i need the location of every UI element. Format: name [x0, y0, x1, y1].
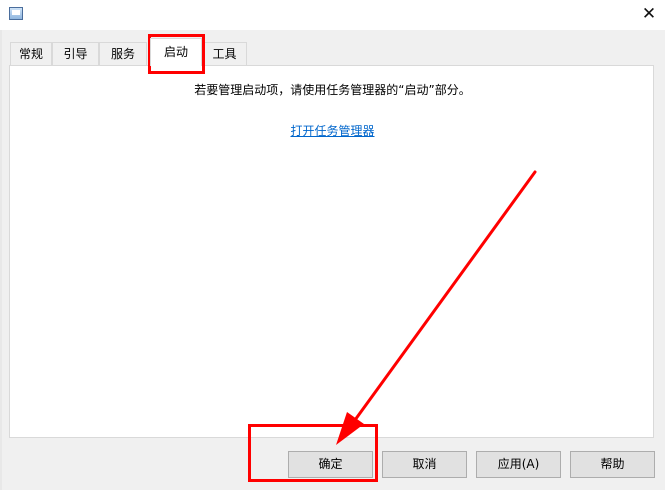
apply-button[interactable]: 应用(A)	[476, 451, 561, 478]
tab-strip: 常规 引导 服务 启动 工具	[0, 36, 665, 66]
tab-boot[interactable]: 引导	[52, 42, 99, 65]
startup-message: 若要管理启动项，请使用任务管理器的“启动”部分。	[194, 83, 471, 97]
window-border	[0, 30, 2, 490]
tab-tools[interactable]: 工具	[202, 42, 247, 65]
tab-startup[interactable]: 启动	[150, 38, 202, 66]
title-bar: ✕	[0, 0, 665, 30]
system-configuration-window: ✕ 常规 引导 服务 启动 工具 若要管理启动项，请使用任务管理器的“启动”部分…	[0, 0, 665, 490]
ok-button[interactable]: 确定	[288, 451, 373, 478]
close-icon[interactable]: ✕	[641, 4, 657, 24]
tab-general[interactable]: 常规	[10, 42, 52, 65]
cancel-button[interactable]: 取消	[382, 451, 467, 478]
open-task-manager-link[interactable]: 打开任务管理器	[10, 122, 655, 139]
help-button[interactable]: 帮助	[570, 451, 655, 478]
app-icon	[9, 7, 23, 20]
tab-services[interactable]: 服务	[99, 42, 147, 65]
startup-tab-panel: 若要管理启动项，请使用任务管理器的“启动”部分。 打开任务管理器	[9, 65, 654, 438]
